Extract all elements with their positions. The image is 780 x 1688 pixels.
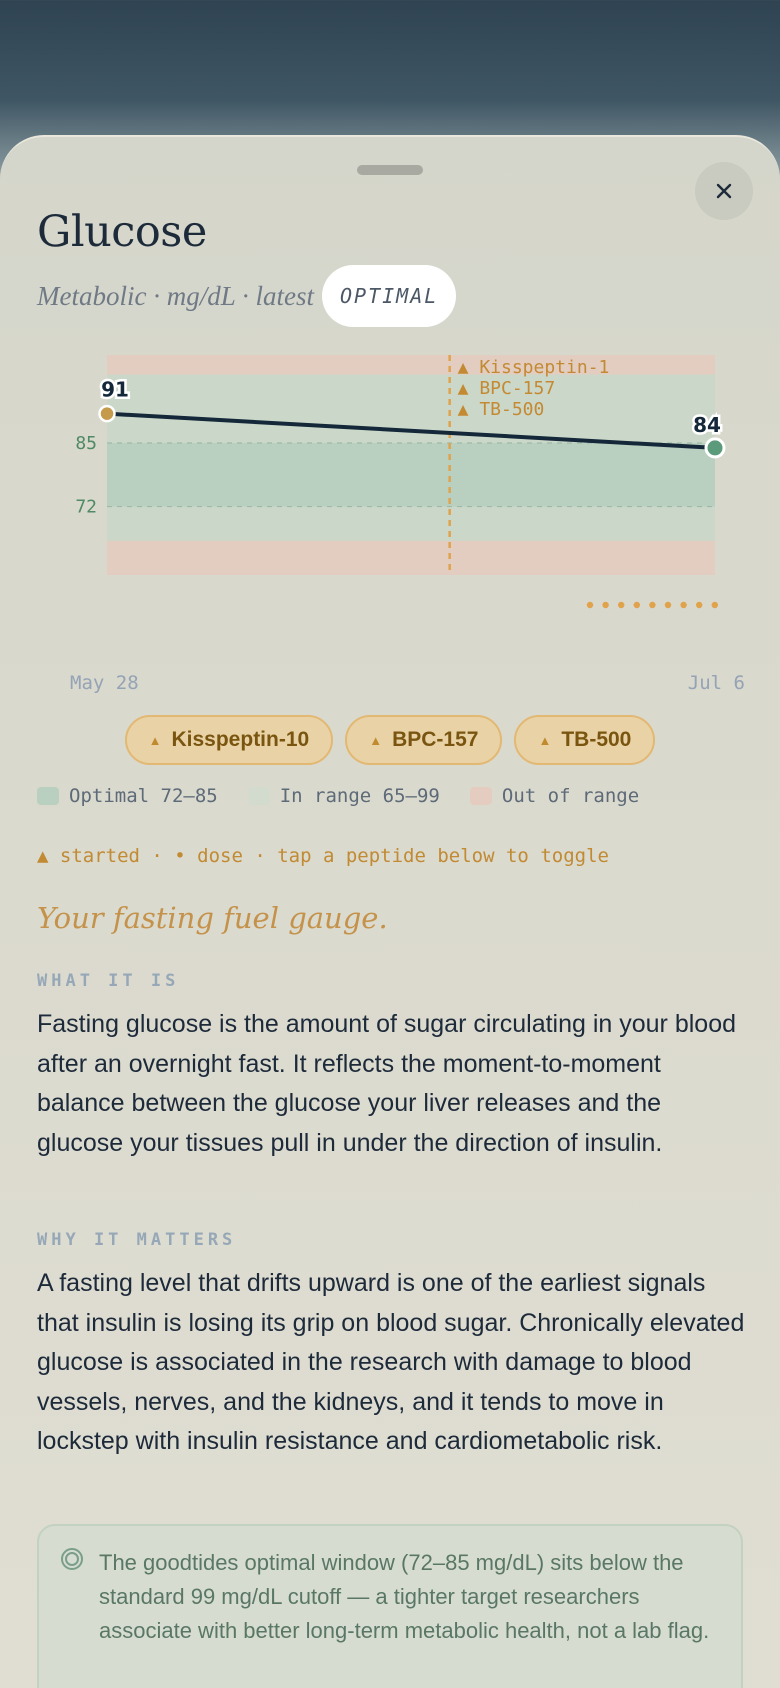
triangle-icon: ▲ <box>148 732 162 748</box>
section-heading-what: WHAT IT IS <box>37 971 180 991</box>
detail-sheet: Glucose Metabolic · mg/dL · latest OPTIM… <box>0 135 780 1688</box>
section-body-what: Fasting glucose is the amount of sugar c… <box>37 1010 736 1157</box>
drag-handle[interactable] <box>357 165 423 175</box>
legend-in-range: In range 65–99 <box>247 785 440 807</box>
peptide-chip-tb500[interactable]: ▲ TB-500 <box>514 715 656 765</box>
dose-dot <box>664 601 672 609</box>
dose-dot <box>711 601 718 609</box>
section-heading-why: WHY IT MATTERS <box>37 1230 237 1250</box>
peptide-label: BPC-157 <box>392 728 479 751</box>
data-label-start: 91 <box>101 378 129 402</box>
dose-dot <box>618 601 625 609</box>
legend-label: Out of range <box>501 785 640 807</box>
legend-out-of-range: Out of range <box>469 785 640 807</box>
marker-label: ▲ TB-500 <box>458 399 545 420</box>
triangle-icon: ▲ <box>369 732 383 748</box>
close-button[interactable] <box>695 162 753 220</box>
band-optimal <box>107 443 715 507</box>
legend-optimal: Optimal 72–85 <box>37 785 218 807</box>
dose-dot <box>649 601 656 609</box>
chart-svg: 85 72 ▲ Kisspeptin-1▲ BPC-157▲ TB-500 91 84 <box>75 355 726 609</box>
subtitle-row: Metabolic · mg/dL · latest OPTIMAL <box>37 265 457 327</box>
status-badge: OPTIMAL <box>322 265 457 327</box>
legend-swatch <box>469 787 492 805</box>
date-end: Jul 6 <box>687 672 745 694</box>
dose-dot <box>633 601 640 609</box>
dose-dot <box>696 601 703 609</box>
dose-dot <box>586 601 594 609</box>
y-tick-label: 72 <box>75 497 97 518</box>
chart-hint: ▲ started · • dose · tap a peptide below… <box>37 845 609 867</box>
tagline: Your fasting fuel gauge. <box>37 901 388 935</box>
peptide-toggles: ▲ Kisspeptin-10 ▲ BPC-157 ▲ TB-500 <box>0 715 780 765</box>
date-start: May 28 <box>70 672 139 694</box>
page-title: Glucose <box>37 207 207 257</box>
data-label-end: 84 <box>693 413 721 437</box>
section-body-why: A fasting level that drifts upward is on… <box>37 1269 745 1455</box>
legend-swatch <box>247 787 270 805</box>
legend-label: Optimal 72–85 <box>69 785 218 807</box>
glucose-chart[interactable]: 85 72 ▲ Kisspeptin-1 ▲ BPC-157 ▲ TB-500 91 84 <box>0 337 780 667</box>
callout-text: The goodtides optimal window (72–85 mg/d… <box>99 1550 710 1643</box>
peptide-chip-kisspeptin[interactable]: ▲ Kisspeptin-10 <box>124 715 334 765</box>
data-point-end <box>704 437 726 459</box>
peptide-label: TB-500 <box>561 728 632 751</box>
optimal-window-callout: The goodtides optimal window (72–85 mg/d… <box>37 1524 743 1688</box>
target-icon <box>61 1548 83 1570</box>
peptide-label: Kisspeptin-10 <box>171 728 310 751</box>
marker-label: ▲ BPC-157 <box>458 378 556 399</box>
peptide-chip-bpc157[interactable]: ▲ BPC-157 <box>345 715 503 765</box>
dose-dot <box>602 601 609 609</box>
dose-dot <box>680 601 687 609</box>
legend-label: In range 65–99 <box>279 785 440 807</box>
subtitle: Metabolic · mg/dL · latest <box>37 280 314 311</box>
triangle-icon: ▲ <box>538 732 552 748</box>
y-tick-label: 85 <box>75 433 97 454</box>
close-icon <box>716 183 732 199</box>
legend-swatch <box>37 787 59 805</box>
marker-label: ▲ Kisspeptin-1 <box>458 357 610 378</box>
data-point-start <box>98 404 116 423</box>
chart-legend: Optimal 72–85 In range 65–99 Out of rang… <box>37 785 669 807</box>
